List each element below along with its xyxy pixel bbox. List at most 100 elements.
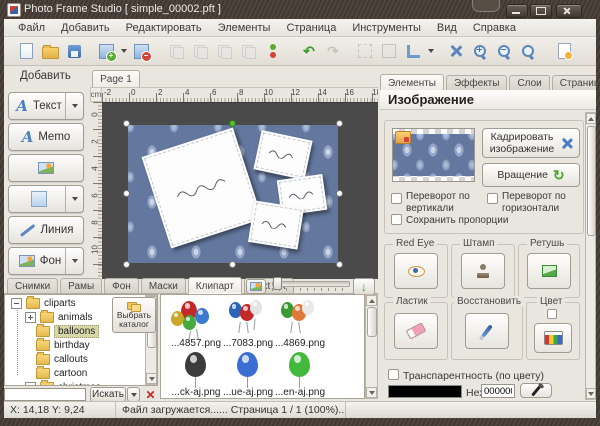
- crop-image-button[interactable]: Кадрировать изображение: [482, 128, 580, 158]
- close-button[interactable]: [556, 4, 582, 18]
- add-page-dropdown[interactable]: [118, 39, 129, 63]
- window-theme-widget[interactable]: [472, 0, 500, 12]
- paste-button[interactable]: [213, 39, 237, 63]
- tree-item-selected[interactable]: balloons: [36, 325, 99, 338]
- page-tab[interactable]: Page 1: [92, 70, 140, 88]
- zoom-out-button[interactable]: [492, 39, 516, 63]
- align-button[interactable]: [401, 39, 425, 63]
- editor-canvas[interactable]: [102, 102, 378, 279]
- rotate-handle[interactable]: [229, 120, 236, 127]
- selection-handle[interactable]: [336, 261, 343, 268]
- tree-item[interactable]: christmas: [25, 381, 101, 386]
- preview-button[interactable]: [552, 39, 576, 63]
- selection-handle[interactable]: [123, 120, 130, 127]
- hex-input[interactable]: [481, 384, 515, 398]
- color-button[interactable]: [534, 323, 572, 353]
- add-memo-button[interactable]: A Memo: [8, 123, 84, 151]
- copy-button[interactable]: [189, 39, 213, 63]
- color-checkbox[interactable]: [547, 309, 557, 319]
- crop-tool-button[interactable]: [353, 39, 377, 63]
- zoom-actual-button[interactable]: [516, 39, 540, 63]
- eraser-button[interactable]: [394, 313, 438, 349]
- cut-button[interactable]: [165, 39, 189, 63]
- stamp-button[interactable]: [461, 253, 505, 289]
- arrange-button[interactable]: [261, 39, 285, 63]
- tab-snapshots[interactable]: Снимки: [7, 278, 58, 293]
- clipart-scroll-thumb[interactable]: [367, 307, 377, 337]
- collapse-icon[interactable]: [11, 298, 22, 309]
- fit-to-window-button[interactable]: [444, 39, 468, 63]
- selection-handle[interactable]: [336, 190, 343, 197]
- menu-page[interactable]: Страница: [278, 20, 344, 36]
- add-text-button[interactable]: A Текст: [8, 92, 84, 120]
- search-input[interactable]: [4, 388, 86, 401]
- eyedropper-button[interactable]: [520, 383, 552, 398]
- retouch-button[interactable]: [527, 253, 571, 289]
- add-image-button[interactable]: [8, 154, 84, 182]
- selection-handle[interactable]: [229, 261, 236, 268]
- keep-proportions-checkbox[interactable]: [391, 214, 402, 225]
- restore-button[interactable]: [465, 313, 509, 349]
- scroll-down-button[interactable]: [366, 387, 377, 398]
- open-file-button[interactable]: [38, 39, 62, 63]
- red-eye-button[interactable]: [394, 253, 438, 289]
- clipart-scrollbar[interactable]: [365, 294, 378, 399]
- menu-file[interactable]: Файл: [10, 20, 53, 36]
- save-file-button[interactable]: [62, 39, 86, 63]
- minimize-button[interactable]: [506, 4, 528, 18]
- tab-backgrounds[interactable]: Фон: [104, 278, 139, 293]
- rotate-button[interactable]: Вращение ↻: [482, 163, 580, 187]
- menu-edit[interactable]: Редактировать: [118, 20, 210, 36]
- add-text-dropdown[interactable]: [65, 93, 83, 119]
- gallery-view-button[interactable]: [246, 279, 266, 294]
- menu-add[interactable]: Добавить: [53, 20, 118, 36]
- tree-item[interactable]: animals: [25, 311, 92, 324]
- menu-help[interactable]: Справка: [465, 20, 524, 36]
- add-background-button[interactable]: Фон: [8, 247, 84, 275]
- menu-elements[interactable]: Элементы: [210, 20, 279, 36]
- add-shape-dropdown[interactable]: [65, 186, 83, 212]
- clipart-item[interactable]: [269, 351, 331, 389]
- flip-vertical-checkbox[interactable]: [391, 193, 402, 204]
- expand-icon[interactable]: [25, 312, 36, 323]
- scroll-down-button[interactable]: [586, 388, 596, 399]
- menu-view[interactable]: Вид: [429, 20, 465, 36]
- thumbnail-size-slider[interactable]: [272, 281, 350, 287]
- scroll-up-button[interactable]: [586, 113, 596, 124]
- tree-item[interactable]: birthday: [36, 339, 90, 352]
- search-dropdown[interactable]: [127, 387, 140, 402]
- tree-item[interactable]: cartoon: [36, 367, 87, 380]
- tab-page[interactable]: Страница: [552, 75, 596, 90]
- flip-horizontal-checkbox[interactable]: [487, 193, 498, 204]
- tab-elements[interactable]: Элементы: [380, 74, 444, 91]
- tree-item[interactable]: callouts: [36, 353, 88, 366]
- title-bar[interactable]: Photo Frame Studio [ simple_00002.pft ]: [0, 0, 600, 19]
- redo-button[interactable]: ↷: [321, 39, 345, 63]
- duplicate-button[interactable]: [237, 39, 261, 63]
- align-dropdown[interactable]: [425, 39, 436, 63]
- search-button[interactable]: Искать: [90, 387, 126, 402]
- delete-page-button[interactable]: −: [129, 39, 153, 63]
- add-line-button[interactable]: Линия: [8, 216, 84, 244]
- tab-masks[interactable]: Маски: [141, 278, 186, 293]
- properties-scrollbar[interactable]: [585, 112, 596, 400]
- selection-handle[interactable]: [123, 190, 130, 197]
- selection-handle[interactable]: [123, 261, 130, 268]
- choose-directory-button[interactable]: Выбрать каталог: [112, 297, 156, 333]
- new-document-button[interactable]: [14, 39, 38, 63]
- tab-effects[interactable]: Эффекты: [446, 75, 507, 90]
- zoom-in-button[interactable]: [468, 39, 492, 63]
- properties-scroll-thumb[interactable]: [587, 126, 596, 236]
- photo-frame[interactable]: [248, 200, 304, 249]
- tab-frames[interactable]: Рамы: [60, 278, 102, 293]
- tab-clipart[interactable]: Клипарт: [188, 277, 242, 294]
- scroll-up-button[interactable]: [366, 295, 377, 306]
- tab-layers[interactable]: Слои: [509, 75, 549, 90]
- resize-button[interactable]: [377, 39, 401, 63]
- add-shape-button[interactable]: [8, 185, 84, 213]
- expand-icon[interactable]: [25, 382, 36, 386]
- menu-tools[interactable]: Инструменты: [344, 20, 429, 36]
- add-background-dropdown[interactable]: [65, 248, 83, 274]
- undo-button[interactable]: ↶: [297, 39, 321, 63]
- tree-root[interactable]: cliparts: [11, 297, 76, 310]
